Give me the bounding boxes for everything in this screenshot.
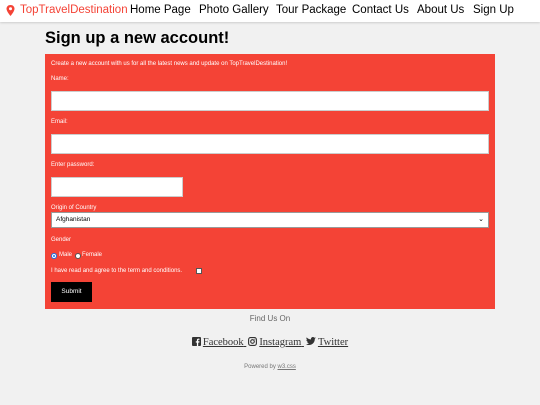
country-label: Origin of Country	[51, 205, 97, 211]
powered-by: Powered by w3.css	[0, 364, 540, 370]
country-select[interactable]: Afghanistan ⌄	[51, 212, 489, 228]
nav-link-contact-us[interactable]: Contact Us	[352, 4, 409, 16]
nav-link-tour-package[interactable]: Tour Package	[276, 4, 346, 16]
name-field[interactable]	[51, 91, 489, 111]
page-title: Sign up a new account!	[45, 29, 230, 47]
brand-label: TopTravelDestination	[20, 4, 128, 16]
find-us-heading: Find Us On	[249, 314, 291, 323]
gender-female-radio[interactable]	[75, 253, 81, 259]
twitter-icon	[305, 337, 316, 345]
submit-button[interactable]: Submit	[51, 282, 92, 302]
name-label: Name:	[51, 76, 69, 82]
password-label: Enter password:	[51, 162, 95, 168]
gender-female-label: Female	[82, 252, 103, 258]
nav-link-sign-up[interactable]: Sign Up	[473, 4, 514, 16]
facebook-icon	[191, 337, 201, 346]
top-navbar: TopTravelDestination Home Page Photo Gal…	[0, 0, 540, 22]
email-label: Email:	[51, 119, 68, 125]
password-field[interactable]	[51, 177, 183, 197]
terms-checkbox[interactable]	[196, 268, 202, 274]
terms-label: I have read and agree to the term and co…	[51, 268, 183, 274]
twitter-label: Twitter	[317, 337, 349, 348]
gender-label: Gender	[51, 237, 72, 243]
instagram-label: Instagram	[259, 337, 302, 348]
email-field[interactable]	[51, 134, 489, 154]
map-marker-icon	[6, 4, 15, 16]
instagram-link[interactable]: Instagram	[248, 337, 304, 348]
chevron-down-icon: ⌄	[478, 216, 484, 223]
country-select-value: Afghanistan	[56, 216, 91, 223]
facebook-link[interactable]: Facebook	[191, 337, 246, 348]
signup-form: Create a new account with us for all the…	[45, 54, 495, 309]
nav-link-about-us[interactable]: About Us	[417, 4, 464, 16]
form-intro-text: Create a new account with us for all the…	[51, 61, 288, 67]
nav-link-home-page[interactable]: Home Page	[130, 4, 191, 16]
nav-link-photo-gallery[interactable]: Photo Gallery	[199, 4, 269, 16]
gender-male-label: Male	[59, 252, 73, 258]
twitter-link[interactable]: Twitter	[305, 337, 349, 348]
brand-link[interactable]: TopTravelDestination	[6, 4, 128, 16]
gender-male-radio[interactable]	[51, 253, 57, 259]
social-links: Facebook Instagram Twitter	[0, 337, 540, 348]
powered-by-text: Powered by	[244, 364, 276, 370]
w3css-link[interactable]: w3.css	[278, 364, 296, 370]
instagram-icon	[248, 337, 258, 346]
facebook-label: Facebook	[202, 337, 244, 348]
